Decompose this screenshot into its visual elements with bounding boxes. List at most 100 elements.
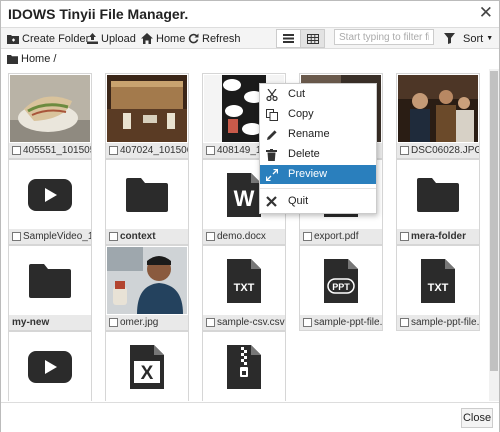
file-name: mera-folder [411,231,467,242]
file-thumbnail [10,333,90,400]
file-tile[interactable]: SampleVideo_176x1 [8,159,92,245]
file-tile[interactable]: DSC06028.JPG [396,73,480,159]
file-tile[interactable]: PPT sample-ppt-file.ppt [299,245,383,331]
dialog-footer: Close [1,402,499,432]
file-manager-dialog: IDOWS Tinyii File Manager. ✕ Create Fold… [0,0,500,432]
file-name: export.pdf [314,231,359,242]
menu-item-rename[interactable]: Rename [260,125,376,144]
file-thumbnail: TXT [204,247,284,314]
menu-divider [260,188,376,189]
file-checkbox[interactable] [206,146,215,155]
scrollbar-thumb[interactable] [490,71,498,371]
file-tile[interactable]: 405551_101505007 [8,73,92,159]
word-icon: W [227,172,261,217]
file-name: DSC06028.JPG [411,145,479,156]
home-icon [141,33,153,44]
file-tile[interactable]: omer.jpg [105,245,189,331]
file-name: context [120,231,156,242]
file-checkbox[interactable] [303,318,312,327]
file-thumbnail [107,75,187,142]
create-folder-button[interactable]: Create Folder [7,31,89,46]
file-tile[interactable]: TXT sample-ppt-file.txt [396,245,480,331]
file-thumbnail: PPT [301,247,381,314]
file-name: 407024_101506179 [120,145,188,156]
menu-item-label: Preview [288,168,328,180]
video-icon [28,178,72,211]
menu-item-label: Delete [288,148,320,160]
file-name-bar: SampleVideo_176x1 [9,229,91,244]
breadcrumb-home[interactable]: Home / [7,53,56,65]
photo-man [107,247,187,314]
file-checkbox[interactable] [206,232,215,241]
close-icon[interactable]: ✕ [479,4,493,22]
file-name: sample-csv.csv [217,317,285,328]
file-checkbox[interactable] [12,232,21,241]
sort-button[interactable]: Sort ▼ [444,31,493,46]
file-name-bar: demo.docx [203,229,285,244]
file-name-bar: sample-csv.csv [203,315,285,330]
file-name-bar: 407024_101506179 [106,143,188,158]
file-checkbox[interactable] [109,318,118,327]
file-tile[interactable]: X [105,331,189,401]
file-tile[interactable] [202,331,286,401]
grid-icon [306,33,319,44]
file-name-bar: export.pdf [300,229,382,244]
svg-text:X: X [141,363,154,384]
upload-label: Upload [101,32,136,45]
file-thumbnail [10,247,90,314]
file-name-bar: my-new [9,315,91,330]
menu-item-label: Copy [288,108,314,120]
filter-input[interactable] [334,29,434,45]
vertical-scrollbar[interactable] [489,69,499,401]
file-checkbox[interactable] [109,146,118,155]
home-button[interactable]: Home [141,31,185,46]
file-checkbox[interactable] [400,146,409,155]
copy-icon [265,108,278,121]
file-checkbox[interactable] [303,232,312,241]
file-name: my-new [12,317,50,328]
menu-item-label: Cut [288,88,306,100]
file-checkbox[interactable] [206,318,215,327]
menu-item-cut[interactable]: Cut [260,85,376,104]
file-checkbox[interactable] [400,318,409,327]
video-icon [28,350,72,383]
file-name-bar: sample-ppt-file.txt [397,315,479,330]
menu-item-preview[interactable]: Preview [260,165,376,184]
file-checkbox[interactable] [400,232,409,241]
home-label: Home [156,32,186,45]
file-tile[interactable] [8,331,92,401]
file-tile[interactable]: my-new [8,245,92,331]
folder-icon [7,54,18,64]
refresh-label: Refresh [202,32,241,45]
menu-item-quit[interactable]: Quit [260,192,376,211]
file-tile[interactable]: context [105,159,189,245]
file-checkbox[interactable] [109,232,118,241]
menu-item-copy[interactable]: Copy [260,105,376,124]
file-checkbox[interactable] [12,146,21,155]
file-tile[interactable]: mera-folder [396,159,480,245]
grid-view-button[interactable] [300,29,325,48]
create-folder-label: Create Folder [22,32,90,45]
file-thumbnail: X [107,333,187,400]
file-name-bar: sample-ppt-file.ppt [300,315,382,330]
upload-button[interactable]: Upload [87,31,136,46]
svg-text:TXT: TXT [234,282,255,294]
file-thumbnail [107,247,187,314]
close-button[interactable]: Close [461,408,493,428]
folder-icon [29,263,71,298]
toolbar: Create Folder Upload Home Refresh Sort ▼ [1,28,499,49]
ppt-icon: PPT [324,258,358,303]
file-thumbnail [398,75,478,142]
svg-text:PPT: PPT [332,282,350,292]
list-view-button[interactable] [276,29,301,48]
file-tile[interactable]: 407024_101506179 [105,73,189,159]
refresh-button[interactable]: Refresh [188,31,241,46]
file-thumbnail [10,161,90,228]
file-name-bar: context [106,229,188,244]
menu-item-delete[interactable]: Delete [260,145,376,164]
file-tile[interactable]: TXT sample-csv.csv [202,245,286,331]
scissors-icon [265,88,278,101]
trash-icon [265,148,278,161]
file-name-bar: mera-folder [397,229,479,244]
breadcrumb-home-label: Home [21,53,51,65]
